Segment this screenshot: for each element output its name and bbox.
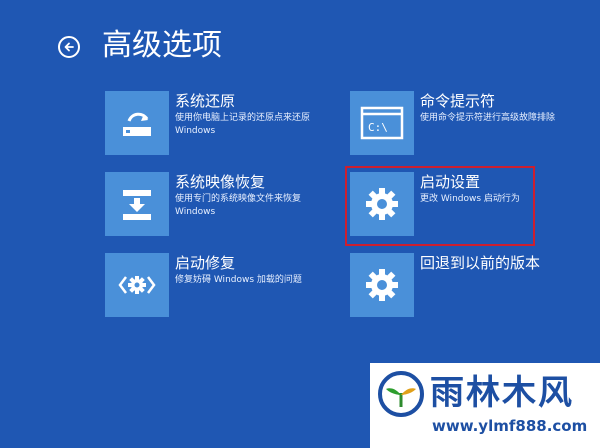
option-go-back-previous-version[interactable]: 回退到以前的版本: [350, 253, 582, 323]
option-title: 系统映像恢复: [175, 173, 266, 191]
command-prompt-icon: C:\: [350, 91, 414, 155]
gear-icon: [350, 172, 414, 236]
option-startup-settings[interactable]: 启动设置 更改 Windows 启动行为: [350, 172, 582, 242]
option-title: 回退到以前的版本: [420, 254, 541, 272]
option-description: 使用命令提示符进行高级故障排除: [420, 113, 556, 123]
watermark: 雨林木风 www.ylmf888.com: [370, 363, 600, 448]
system-image-recovery-icon: [105, 172, 169, 236]
watermark-url: www.ylmf888.com: [432, 417, 588, 435]
option-title: 启动设置: [420, 173, 481, 191]
startup-repair-icon: [105, 253, 169, 317]
system-restore-icon: [105, 91, 169, 155]
option-system-restore[interactable]: 系统还原 使用你电脑上记录的还原点来还原 Windows: [105, 91, 337, 161]
option-title: 命令提示符: [420, 92, 496, 110]
gear-icon: [350, 253, 414, 317]
back-arrow-icon[interactable]: [58, 36, 80, 58]
option-description: 使用专门的系统映像文件来恢复 Windows: [175, 194, 302, 217]
option-startup-repair[interactable]: 启动修复 修复妨碍 Windows 加载的问题: [105, 253, 337, 323]
option-description: 使用你电脑上记录的还原点来还原 Windows: [175, 113, 311, 136]
option-title: 启动修复: [175, 254, 236, 272]
watermark-title: 雨林木风: [430, 373, 574, 413]
page-title: 高级选项: [102, 28, 222, 63]
command-prompt-text: C:\: [368, 121, 388, 134]
option-description: 更改 Windows 启动行为: [420, 194, 520, 204]
option-command-prompt[interactable]: C:\ 命令提示符 使用命令提示符进行高级故障排除: [350, 91, 582, 161]
option-title: 系统还原: [175, 92, 236, 110]
option-system-image-recovery[interactable]: 系统映像恢复 使用专门的系统映像文件来恢复 Windows: [105, 172, 337, 242]
option-description: 修复妨碍 Windows 加载的问题: [175, 275, 302, 285]
watermark-logo-icon: [378, 371, 424, 421]
